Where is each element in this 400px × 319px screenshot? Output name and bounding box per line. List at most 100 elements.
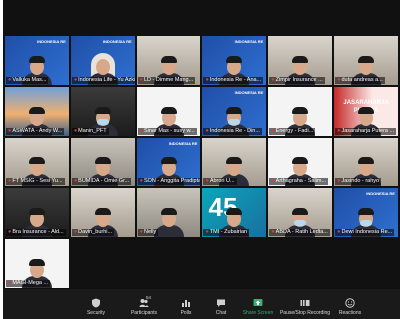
person-hair xyxy=(226,208,243,216)
participant-tile[interactable]: INDONESIA RE ●Indonesia Re - Din... xyxy=(202,86,267,136)
person-hair xyxy=(226,157,243,165)
participant-tile[interactable]: ●ASWATA - Andy W... xyxy=(5,86,69,136)
participant-tile[interactable]: ●Sinar Mas - susy w... xyxy=(136,86,201,136)
participant-tile[interactable]: 45 ●TMI - Zubairian xyxy=(202,188,267,238)
participant-tile[interactable]: ●duta andreas a... xyxy=(334,36,398,85)
participant-tile[interactable]: INDONESIA RE ●Indonesia Re - Ana... xyxy=(202,36,267,85)
participant-tile[interactable]: ●Bra Insurance - Ald... xyxy=(5,188,69,238)
participant-tile[interactable]: INDONESIA RE ●SON - Anggita Pradipta xyxy=(136,137,201,187)
participant-tile[interactable]: ●Nelly xyxy=(136,188,201,238)
participant-tile[interactable]: ●Manin_PFT xyxy=(70,86,135,136)
mic-muted-icon: ● xyxy=(271,229,275,236)
mic-muted-icon: ● xyxy=(139,127,143,134)
participant-tile[interactable]: ●Arthagraha - Salim... xyxy=(268,137,333,187)
participant-name: TMI - Zubairian xyxy=(209,229,248,236)
participant-name-label: ●MAGI-Mega ... xyxy=(6,279,51,287)
security-label: Security xyxy=(86,310,106,316)
participant-tile[interactable]: ●Energy - Fadi... xyxy=(268,86,333,136)
person-hair xyxy=(292,106,309,114)
security-button[interactable]: Security xyxy=(76,298,116,316)
person-hair xyxy=(160,157,177,165)
participant-tile[interactable]: ●MAGI-Mega ... xyxy=(5,239,69,288)
mic-muted-icon: ● xyxy=(73,127,78,134)
participant-tile[interactable]: INDONESIA RE ●Valluka Mas... xyxy=(5,36,69,85)
share-screen-button[interactable]: Share Screen xyxy=(238,298,278,316)
mic-muted-icon: ● xyxy=(139,76,143,83)
participant-tile[interactable]: ●Jasindo - rahyo xyxy=(334,137,398,187)
participant-name: Valluka Mas... xyxy=(12,76,47,83)
mic-muted-icon: ● xyxy=(271,127,275,134)
mic-muted-icon: ● xyxy=(271,178,275,185)
participant-tile[interactable]: ●Abrori U... xyxy=(202,137,267,187)
participant-name-label: ●Nelly xyxy=(137,229,159,237)
participant-tile[interactable]: ●LD - Dimme Mang... xyxy=(136,36,201,85)
gallery-view: INDONESIA RE ●Valluka Mas... INDONESIA RE ●… xyxy=(5,36,398,288)
smiley-icon xyxy=(345,298,355,308)
polls-button[interactable]: Polls xyxy=(166,298,206,316)
person-face xyxy=(95,58,110,75)
mic-muted-icon: ● xyxy=(205,127,209,134)
participant-name-label: ●Davin_burhi... xyxy=(71,229,115,237)
participant-name: Dewi Indonesia Re... xyxy=(341,229,393,236)
participant-name-label: ●Indonesia Life - Yu Azkia xyxy=(71,76,135,84)
participant-name-label: ●SON - Anggita Pradipta xyxy=(137,178,201,186)
mic-muted-icon: ● xyxy=(337,178,341,185)
participant-name-label: ●Bra Insurance - Ald... xyxy=(6,229,66,237)
participant-tile[interactable]: INDONESIA RE ●Dewi Indonesia Re... xyxy=(334,188,398,238)
participant-tile[interactable]: INDONESIA RE ●Indonesia Life - Yu Azkia xyxy=(70,36,135,85)
mic-muted-icon: ● xyxy=(337,229,341,236)
mic-muted-icon: ● xyxy=(73,178,78,185)
participant-name-label: ●Indonesia Re - Din... xyxy=(203,127,262,135)
company-logo: INDONESIA RE xyxy=(168,140,198,146)
mic-muted-icon: ● xyxy=(8,229,12,236)
mic-muted-icon: ● xyxy=(73,229,78,236)
reactions-button[interactable]: Reactions xyxy=(330,298,370,316)
mic-muted-icon: ● xyxy=(8,76,12,83)
participant-tile[interactable]: ●FT MSIG - Sesi Yu... xyxy=(5,137,69,187)
mic-muted-icon: ● xyxy=(8,127,12,134)
person-hair xyxy=(28,55,45,63)
chat-button[interactable]: Chat xyxy=(201,298,241,316)
participants-button[interactable]: 54 Participants xyxy=(124,295,164,316)
participant-name: Indonesia Life - Yu Azkia xyxy=(78,76,135,83)
participant-tile[interactable]: ●Zimpir Insurance ... xyxy=(268,36,333,85)
mic-muted-icon: ● xyxy=(205,76,209,83)
person-hair xyxy=(160,106,177,114)
participant-name: duta andreas a... xyxy=(341,76,383,83)
participant-tile[interactable]: ●ABDA - Ratih Ledta... xyxy=(268,188,333,238)
person-hair xyxy=(94,106,111,114)
mic-muted-icon: ● xyxy=(8,279,12,286)
person-hair xyxy=(28,157,45,165)
company-logo: INDONESIA RE xyxy=(102,39,132,44)
participant-name: FT MSIG - Sesi Yu... xyxy=(12,178,63,185)
face-mask xyxy=(294,220,307,227)
mic-muted-icon: ● xyxy=(205,229,209,236)
participant-name: Nelly xyxy=(143,229,157,236)
mic-muted-icon: ● xyxy=(337,76,341,83)
pause-stop-recording-button[interactable]: Pause/Stop Recording xyxy=(277,298,333,316)
mic-muted-icon: ● xyxy=(8,178,12,185)
participant-name: ASWATA - Andy W... xyxy=(12,127,63,134)
participant-name: Manin_PFT xyxy=(78,127,107,134)
mic-muted-icon: ● xyxy=(139,229,143,236)
participant-tile[interactable]: ●BUMIDA - Omie Gr... xyxy=(70,137,135,187)
meeting-toolbar: Security 54 Participants Polls Chat Shar… xyxy=(3,289,400,319)
participant-name-label: ●Jasaraharja Putera ... xyxy=(335,127,397,135)
participants-label: Participants xyxy=(130,310,158,316)
participant-name: Energy - Fadi... xyxy=(275,127,314,134)
person-hair xyxy=(358,55,375,63)
participant-name: BUMIDA - Omie Gr... xyxy=(78,178,130,185)
participant-tile[interactable]: ●Davin_burhi... xyxy=(70,188,135,238)
participant-name-label: ●Energy - Fadi... xyxy=(269,127,316,135)
participant-name-label: ●Arthagraha - Salim... xyxy=(269,178,329,186)
participant-name-label: ●Zimpir Insurance ... xyxy=(269,76,325,84)
company-logo: INDONESIA RE xyxy=(366,191,395,197)
mic-muted-icon: ● xyxy=(73,76,78,83)
participant-tile[interactable]: JASARAHARJA PUTERA●Jasaraharja Putera ..… xyxy=(334,86,398,136)
person-hair xyxy=(94,157,111,165)
chat-bubble-icon xyxy=(216,298,226,308)
participant-name-label: ●Valluka Mas... xyxy=(6,76,49,84)
share-screen-label: Share Screen xyxy=(242,310,274,316)
bar-chart-icon xyxy=(181,298,191,308)
person-hair xyxy=(94,208,111,216)
